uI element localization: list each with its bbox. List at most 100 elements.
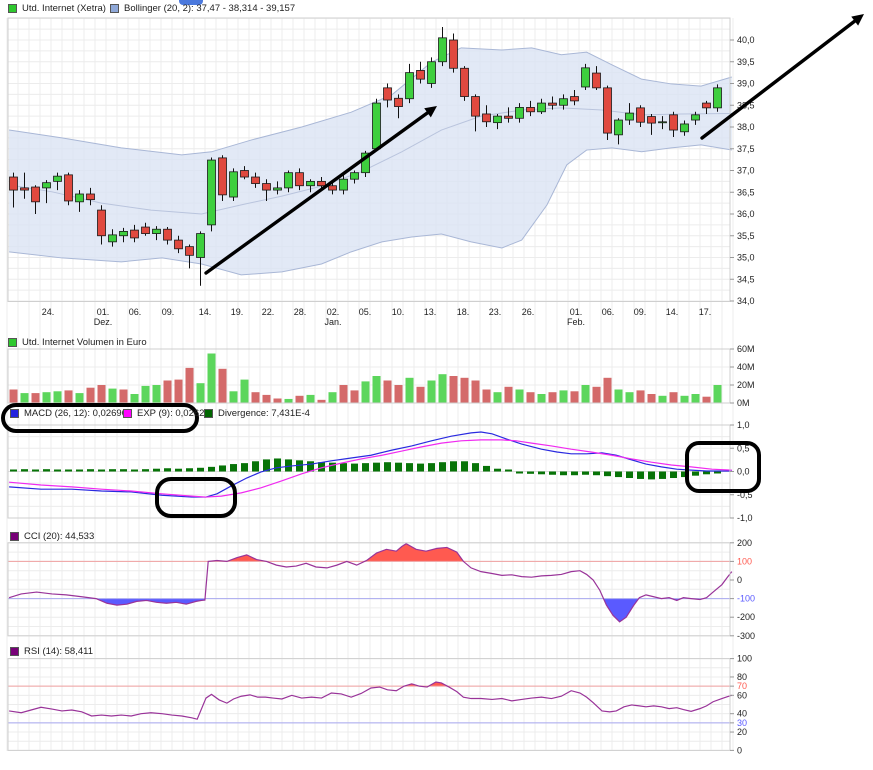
- candle: [626, 113, 634, 120]
- divergence-bar: [406, 463, 413, 471]
- volume-bar: [120, 390, 128, 404]
- candle: [549, 103, 557, 105]
- divergence-bar: [637, 472, 644, 479]
- cci-legend-item: CCI (20): 44,533: [10, 531, 94, 542]
- divergence-bar: [219, 465, 226, 471]
- volume-legend-item: Utd. Internet Volumen in Euro: [8, 337, 147, 348]
- candle: [637, 108, 645, 122]
- divergence-bar: [538, 472, 545, 475]
- volume-bar: [494, 392, 502, 403]
- volume-bar: [54, 391, 62, 403]
- candle: [10, 177, 18, 190]
- volume-bar: [109, 389, 117, 403]
- candle: [703, 103, 711, 108]
- bollinger-swatch-icon: [110, 4, 119, 13]
- svg-text:01.: 01.: [97, 307, 110, 317]
- volume-bar: [626, 392, 634, 403]
- candle: [681, 124, 689, 132]
- volume-bar: [483, 390, 491, 404]
- divergence-bar: [241, 463, 248, 471]
- chart-canvas: 40,039,539,038,538,037,537,036,536,035,5…: [0, 0, 873, 770]
- svg-text:37,5: 37,5: [737, 144, 755, 154]
- volume-bar: [373, 376, 381, 403]
- svg-text:20M: 20M: [737, 380, 755, 390]
- candle: [417, 70, 425, 79]
- candle: [263, 184, 271, 191]
- svg-text:18.: 18.: [457, 307, 470, 317]
- candle: [98, 210, 106, 236]
- bollinger-legend-item: Bollinger (20, 2): 37,47 - 38,314 - 39,1…: [110, 3, 295, 14]
- divergence-bar: [604, 472, 611, 477]
- volume-bar: [307, 395, 315, 403]
- volume-bar: [428, 381, 436, 404]
- volume-bar: [648, 394, 656, 403]
- volume-bar: [230, 391, 238, 403]
- volume-bar: [21, 393, 29, 403]
- svg-text:200: 200: [737, 538, 752, 548]
- macd-swatch-icon: [10, 409, 19, 418]
- cci-label: CCI (20): 44,533: [24, 531, 94, 542]
- divergence-bar: [395, 463, 402, 472]
- candle: [197, 234, 205, 258]
- svg-text:20: 20: [737, 727, 747, 737]
- candle: [208, 160, 216, 225]
- divergence-bar: [252, 461, 259, 471]
- divergence-bar: [109, 469, 116, 471]
- candle: [670, 115, 678, 130]
- svg-text:02.: 02.: [327, 307, 340, 317]
- svg-text:35,0: 35,0: [737, 253, 755, 263]
- svg-text:06.: 06.: [129, 307, 142, 317]
- candle: [527, 107, 535, 111]
- candle: [516, 107, 524, 118]
- volume-bar: [10, 390, 18, 404]
- candle: [21, 188, 29, 190]
- volume-bar: [98, 385, 106, 403]
- divergence-bar: [692, 472, 699, 476]
- volume-label: Utd. Internet Volumen in Euro: [22, 337, 147, 348]
- volume-bar: [197, 383, 205, 403]
- volume-bar: [417, 387, 425, 403]
- volume-bar: [472, 381, 480, 404]
- volume-bar: [615, 390, 623, 404]
- volume-panel: [10, 354, 722, 404]
- candle: [43, 183, 51, 188]
- candle: [659, 122, 667, 123]
- candle: [142, 227, 150, 234]
- svg-text:40,0: 40,0: [737, 35, 755, 45]
- divergence-bar: [571, 472, 578, 476]
- rsi-legend-item: RSI (14): 58,411: [10, 646, 93, 657]
- candle: [285, 173, 293, 188]
- volume-bar: [87, 388, 95, 403]
- candle: [439, 38, 447, 62]
- divergence-bar: [120, 469, 127, 471]
- svg-text:0: 0: [737, 745, 742, 755]
- volume-bar: [43, 392, 51, 403]
- divergence-bar: [21, 469, 28, 471]
- candle: [230, 172, 238, 197]
- candle: [153, 229, 161, 233]
- divergence-bar: [615, 472, 622, 478]
- candle: [252, 177, 260, 184]
- divergence-bar: [582, 472, 589, 475]
- volume-bar: [703, 397, 711, 403]
- svg-text:23.: 23.: [489, 307, 502, 317]
- svg-text:Jan.: Jan.: [324, 317, 341, 327]
- candle: [538, 103, 546, 112]
- volume-bar: [593, 387, 601, 403]
- volume-bar: [164, 381, 172, 404]
- candle: [461, 68, 469, 96]
- macd-legend-item: MACD (26, 12): 0,02696: [10, 408, 127, 419]
- divergence-swatch-icon: [204, 409, 213, 418]
- volume-bar: [527, 392, 535, 403]
- volume-bar: [32, 393, 40, 403]
- svg-text:40M: 40M: [737, 362, 755, 372]
- svg-text:13.: 13.: [424, 307, 437, 317]
- svg-text:05.: 05.: [359, 307, 372, 317]
- volume-bar: [450, 376, 458, 403]
- candle: [87, 194, 95, 200]
- candle: [395, 98, 403, 106]
- svg-text:0M: 0M: [737, 398, 750, 408]
- candle: [109, 235, 117, 242]
- candle: [274, 188, 282, 190]
- volume-swatch-icon: [8, 338, 17, 347]
